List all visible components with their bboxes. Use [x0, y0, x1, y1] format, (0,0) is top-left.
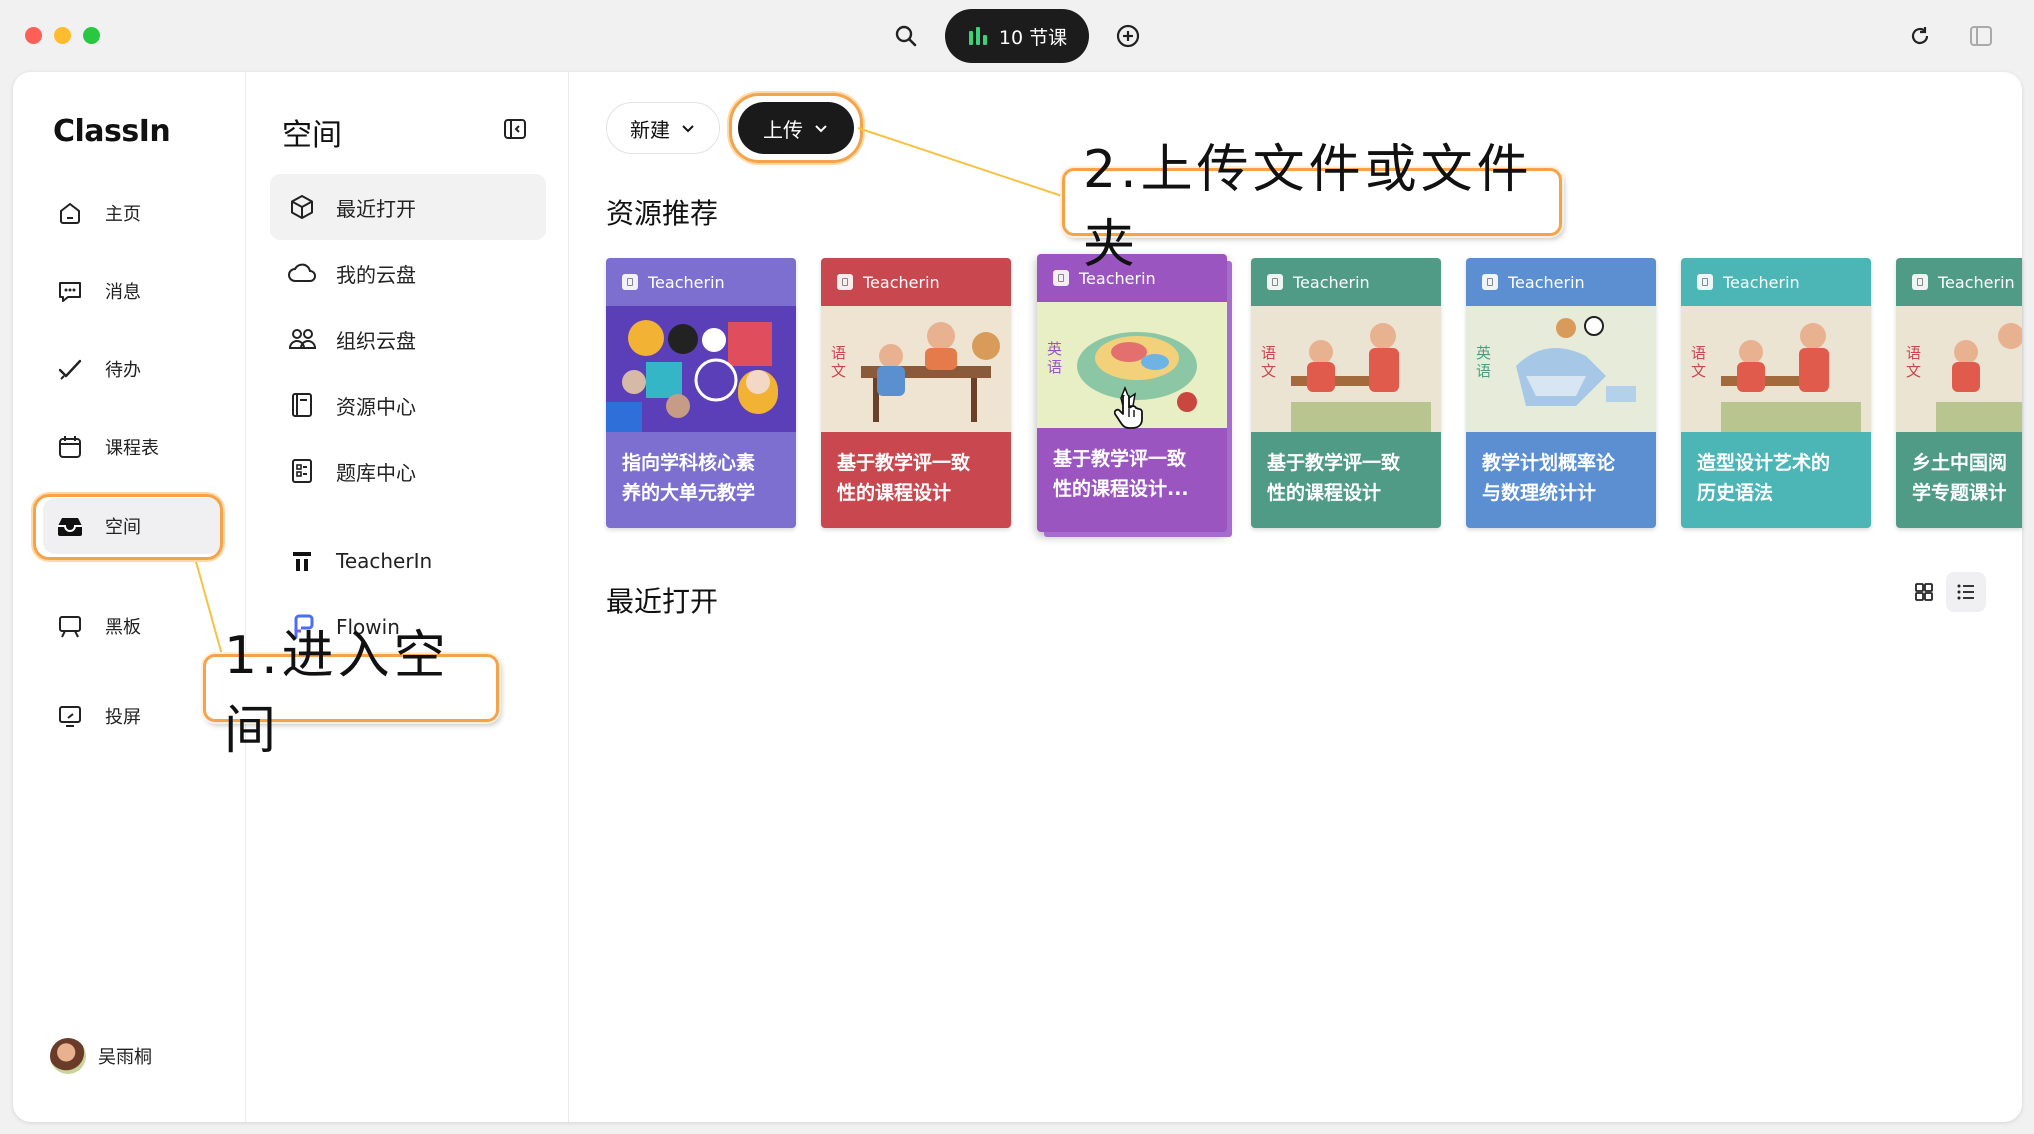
- step1-callout: 1.进入空间: [203, 626, 499, 761]
- annotation-leader-lines: [194, 127, 1063, 656]
- step2-callout: 2.上传文件或文件夹: [1062, 140, 1562, 275]
- space-highlight-ring: [33, 494, 223, 560]
